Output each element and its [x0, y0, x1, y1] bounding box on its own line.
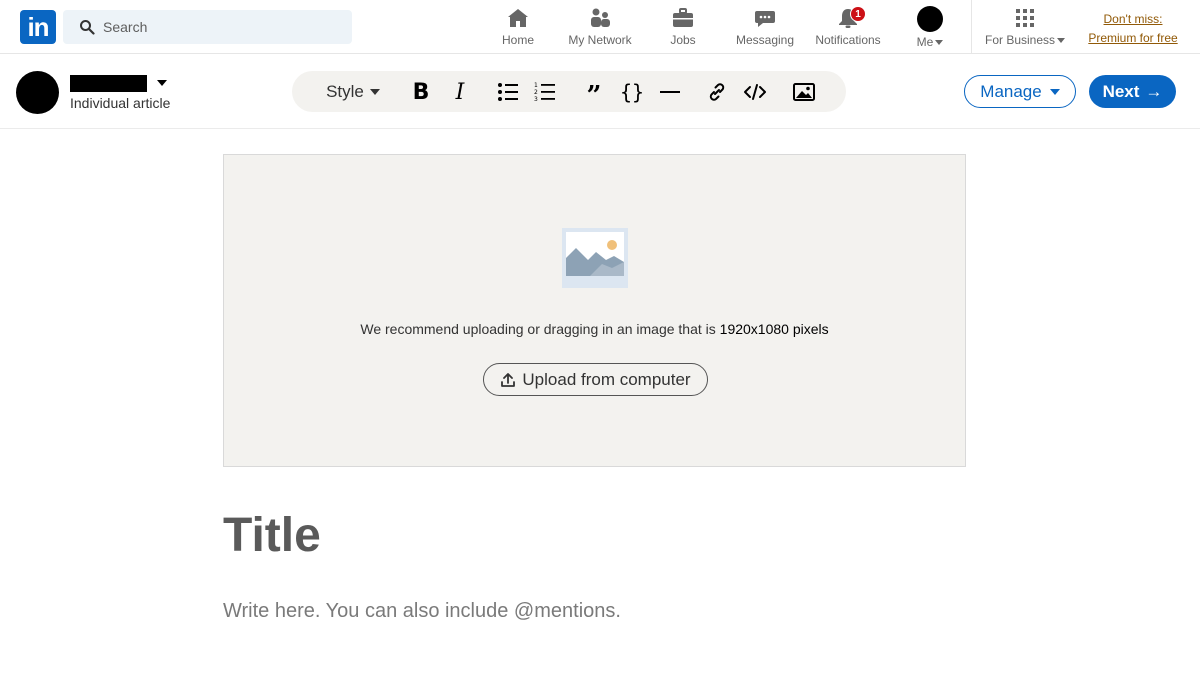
- upload-from-computer-button[interactable]: Upload from computer: [483, 363, 708, 396]
- chat-bubble-icon: [755, 11, 775, 27]
- nav-me-text: Me: [916, 35, 934, 49]
- article-type-label: Individual article: [70, 95, 171, 111]
- chevron-down-icon: [369, 89, 380, 95]
- manage-button-label: Manage: [980, 81, 1042, 101]
- cover-hint-text: We recommend uploading or dragging in an…: [360, 321, 720, 337]
- global-nav: in Home My Network Jobs: [0, 0, 1200, 54]
- formatting-toolbar: Style B I 1 2 3 ” {}: [292, 71, 846, 112]
- quote-icon[interactable]: ”: [581, 79, 607, 109]
- premium-promo-line1: Don't miss:: [1103, 12, 1163, 26]
- nav-notifications-label: Notifications: [815, 33, 881, 47]
- nav-for-business-text: For Business: [984, 33, 1056, 47]
- style-dropdown[interactable]: Style: [325, 79, 381, 105]
- cover-image-dropzone[interactable]: We recommend uploading or dragging in an…: [223, 154, 966, 467]
- briefcase-icon: [673, 8, 693, 27]
- nav-me-label: Me: [905, 35, 955, 49]
- bulleted-list-icon[interactable]: [495, 79, 521, 105]
- cover-hint-size: 1920x1080 pixels: [719, 321, 829, 337]
- nav-home[interactable]: Home: [498, 6, 538, 50]
- nav-me[interactable]: Me: [905, 6, 955, 50]
- chevron-down-icon: [1049, 88, 1060, 95]
- svg-text:2: 2: [534, 89, 538, 96]
- image-icon[interactable]: [791, 79, 817, 105]
- search-input[interactable]: [103, 10, 343, 44]
- manage-button[interactable]: Manage: [964, 75, 1076, 108]
- linkedin-logo[interactable]: in: [20, 10, 56, 44]
- chevron-down-icon: [1057, 38, 1066, 44]
- premium-promo-line2: Premium for free: [1088, 31, 1178, 45]
- cover-upload-hint: We recommend uploading or dragging in an…: [224, 321, 965, 337]
- chevron-down-icon: [935, 40, 944, 46]
- author-name-redacted[interactable]: [70, 75, 147, 92]
- nav-my-network-label: My Network: [568, 33, 632, 47]
- nav-for-business-label: For Business: [982, 33, 1068, 47]
- code-block-icon[interactable]: {}: [619, 79, 645, 105]
- nav-jobs-label: Jobs: [670, 33, 696, 47]
- avatar: [917, 6, 943, 32]
- embed-icon[interactable]: [742, 79, 768, 105]
- nav-divider: [971, 0, 972, 54]
- next-button[interactable]: Next →: [1089, 75, 1176, 108]
- home-icon: [508, 9, 528, 27]
- article-body-field[interactable]: Write here. You can also include @mentio…: [223, 600, 621, 623]
- nav-my-network[interactable]: My Network: [562, 6, 638, 50]
- upload-button-label: Upload from computer: [522, 369, 691, 389]
- numbered-list-icon[interactable]: 1 2 3: [532, 79, 558, 105]
- nav-messaging-label: Messaging: [735, 33, 795, 47]
- arrow-right-icon: →: [1145, 81, 1163, 101]
- editor-toolbar-row: Individual article Style B I 1 2 3 ” {} …: [0, 55, 1200, 129]
- premium-promo-link[interactable]: Don't miss: Premium for free: [1080, 10, 1186, 48]
- grid-icon: [1016, 9, 1034, 27]
- next-button-label: Next: [1102, 81, 1140, 101]
- upload-icon: [501, 372, 516, 387]
- italic-icon[interactable]: I: [447, 79, 473, 105]
- nav-for-business[interactable]: For Business: [982, 6, 1068, 50]
- article-title-field[interactable]: Title: [223, 508, 321, 563]
- search-icon: [80, 20, 95, 35]
- nav-messaging[interactable]: Messaging: [732, 6, 798, 50]
- style-dropdown-label: Style: [326, 82, 364, 101]
- svg-text:1: 1: [534, 82, 538, 89]
- image-placeholder-icon: [562, 228, 628, 288]
- divider-icon[interactable]: [657, 79, 683, 105]
- author-avatar[interactable]: [16, 71, 59, 114]
- author-chevron-down-icon[interactable]: [157, 80, 167, 86]
- notification-badge: 1: [850, 6, 866, 22]
- search-box[interactable]: [63, 10, 352, 44]
- nav-notifications[interactable]: 1 Notifications: [810, 6, 886, 50]
- nav-home-label: Home: [501, 33, 534, 47]
- svg-text:3: 3: [534, 96, 538, 103]
- nav-jobs[interactable]: Jobs: [663, 6, 703, 50]
- link-icon[interactable]: [704, 79, 730, 105]
- bold-icon[interactable]: B: [408, 79, 434, 105]
- people-icon: [591, 8, 610, 27]
